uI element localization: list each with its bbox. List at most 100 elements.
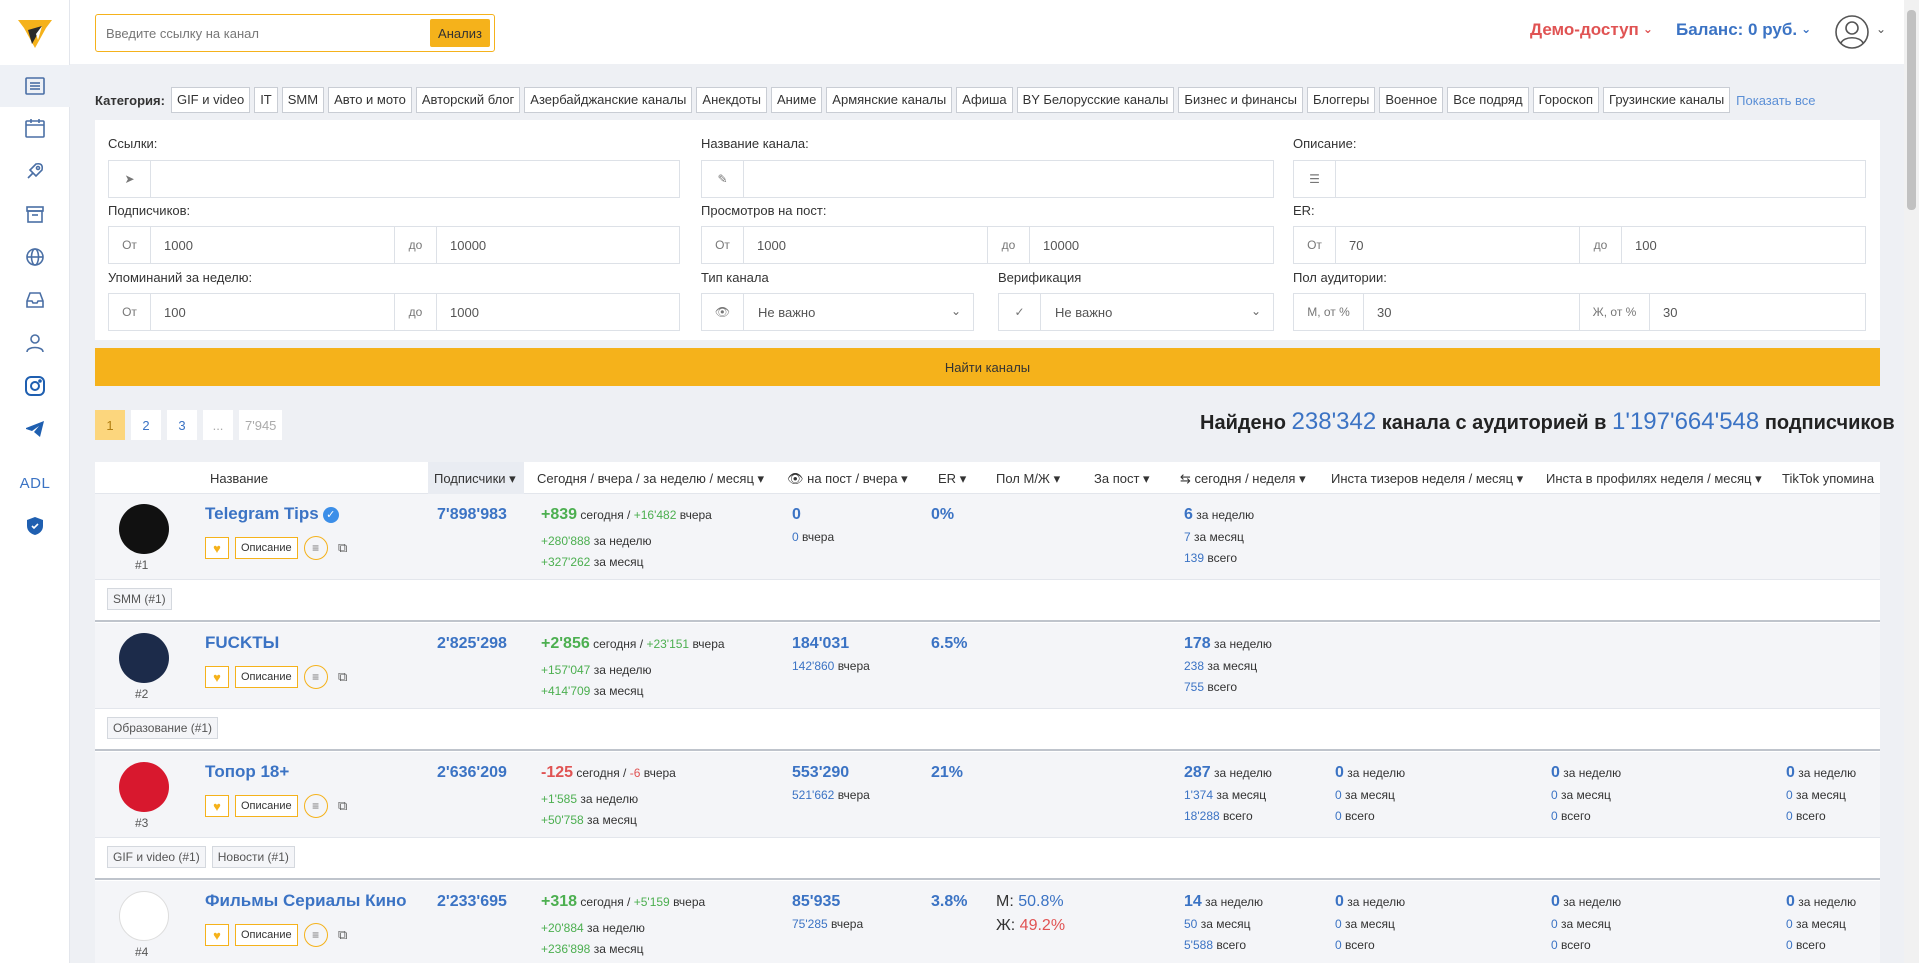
chevron-down-icon[interactable]: ⌄ [1876,22,1886,36]
header-per-post[interactable]: За пост ▾ [1094,471,1150,487]
category-tag[interactable]: SMM [281,87,325,113]
description-button[interactable]: Описание [235,795,298,817]
favorite-heart-icon[interactable]: ♥ [205,537,229,559]
scrollbar-thumb[interactable] [1907,10,1916,210]
channel-name-link[interactable]: Фильмы Сериалы Кино [205,891,407,911]
category-tag[interactable]: Азербайджанские каналы [524,87,693,113]
description-field[interactable]: ☰ [1293,160,1866,198]
copy-icon[interactable]: ⧉ [334,668,352,686]
sidebar-item-shield[interactable] [0,505,70,547]
row-category-tag[interactable]: GIF и video (#1) [107,846,206,868]
header-gender[interactable]: Пол М/Ж ▾ [996,471,1060,487]
table-row[interactable]: #4 Фильмы Сериалы Кино ♥ Описание ≡ ⧉ 2'233'69… [95,881,1880,963]
category-tag[interactable]: IT [254,87,278,113]
favorite-heart-icon[interactable]: ♥ [205,924,229,946]
sidebar-item-instagram[interactable] [0,365,70,407]
channel-avatar[interactable] [119,504,169,554]
sidebar-item-list[interactable] [0,65,70,107]
gender-female-field[interactable]: Ж, от % 30 [1579,293,1866,331]
channel-avatar[interactable] [119,633,169,683]
category-tag[interactable]: Армянские каналы [826,87,953,113]
category-tag[interactable]: Военное [1379,87,1444,113]
layers-icon[interactable]: ≡ [303,665,328,689]
demo-access-menu[interactable]: Демо-доступ ⌄ [1530,20,1653,40]
channel-type-select[interactable]: 👁 Не важно ⌄ [701,293,974,331]
row-category-tag[interactable]: SMM (#1) [107,588,172,610]
table-row[interactable]: #1 Telegram Tips ✓ ♥ Описание ≡ ⧉ 7'898'983 +839… [95,494,1880,622]
sidebar-item-calendar[interactable] [0,107,70,149]
mentions-to-field[interactable]: до 1000 [394,293,680,331]
category-tag[interactable]: GIF и video [170,87,251,113]
views-to-field[interactable]: до 10000 [987,226,1274,264]
subscribers-to-field[interactable]: до 10000 [394,226,680,264]
category-tag[interactable]: Гороскоп [1532,87,1600,113]
favorite-heart-icon[interactable]: ♥ [205,666,229,688]
header-subscribers[interactable]: Подписчики ▾ [434,471,516,487]
sidebar-item-archive[interactable] [0,193,70,235]
description-button[interactable]: Описание [235,924,298,946]
header-er[interactable]: ER ▾ [938,471,966,487]
category-tag[interactable]: Афиша [956,87,1013,113]
layers-icon[interactable]: ≡ [303,536,328,560]
views-from-field[interactable]: От 1000 [701,226,988,264]
copy-icon[interactable]: ⧉ [334,926,352,944]
channel-name-link[interactable]: FUCKTЫ [205,633,279,653]
page-button[interactable]: 3 [167,410,197,440]
category-tag[interactable]: Блоггеры [1306,87,1376,113]
app-logo-icon[interactable] [16,14,54,52]
er-to-field[interactable]: до 100 [1579,226,1866,264]
show-all-categories-link[interactable]: Показать все [1736,93,1815,108]
er-from-field[interactable]: От 70 [1293,226,1580,264]
sidebar-item-adl[interactable]: ADL [0,462,70,504]
header-views[interactable]: 👁 на пост / вчера ▾ [787,471,908,487]
header-reposts[interactable]: ⇆ сегодня / неделя ▾ [1180,471,1306,487]
user-avatar-icon[interactable] [1834,14,1870,50]
sidebar-item-inbox[interactable] [0,279,70,321]
mentions-from-field[interactable]: От 100 [108,293,395,331]
category-tag[interactable]: Авто и мото [328,87,412,113]
description-button[interactable]: Описание [235,537,298,559]
gender-male-field[interactable]: М, от % 30 [1293,293,1580,331]
subscribers-from-field[interactable]: От 1000 [108,226,395,264]
description-button[interactable]: Описание [235,666,298,688]
page-button[interactable]: 2 [131,410,161,440]
find-channels-button[interactable]: Найти каналы [95,348,1880,386]
sidebar-item-geo[interactable] [0,236,70,278]
channel-avatar[interactable] [119,891,169,941]
category-tag[interactable]: Аниме [771,87,823,113]
verification-select[interactable]: ✓ Не важно ⌄ [998,293,1274,331]
header-name[interactable]: Название [210,471,268,486]
header-insta-teasers[interactable]: Инста тизеров неделя / месяц ▾ [1331,471,1523,487]
sidebar-item-telegram[interactable] [0,408,70,450]
category-tag[interactable]: Авторский блог [415,87,521,113]
category-tag[interactable]: Бизнес и финансы [1178,87,1303,113]
layers-icon[interactable]: ≡ [303,923,328,947]
category-tag[interactable]: BY Белорусские каналы [1016,87,1175,113]
row-category-tag[interactable]: Новости (#1) [211,846,295,868]
layers-icon[interactable]: ≡ [303,794,328,818]
table-row[interactable]: #2 FUCKTЫ ♥ Описание ≡ ⧉ 2'825'298 +2'856 сегод… [95,623,1880,751]
page-button[interactable]: 1 [95,410,125,440]
channel-avatar[interactable] [119,762,169,812]
category-tag[interactable]: Грузинские каналы [1603,87,1731,113]
page-button-last[interactable]: 7'945 [239,410,283,440]
balance-menu[interactable]: Баланс: 0 руб. ⌄ [1676,20,1811,40]
analyze-button[interactable]: Анализ [430,19,490,47]
page-scrollbar[interactable] [1904,0,1919,963]
copy-icon[interactable]: ⧉ [334,539,352,557]
category-tag[interactable]: Все подряд [1447,87,1529,113]
favorite-heart-icon[interactable]: ♥ [205,795,229,817]
table-row[interactable]: #3 Топор 18+ ♥ Описание ≡ ⧉ 2'636'209 -125 сего… [95,752,1880,880]
header-tiktok[interactable]: TikTok упомина [1782,471,1874,486]
channel-name-link[interactable]: Telegram Tips ✓ [205,504,339,524]
sidebar-item-promo[interactable] [0,150,70,192]
row-category-tag[interactable]: Образование (#1) [107,717,219,739]
channel-name-field[interactable]: ✎ [701,160,1274,198]
sidebar-item-users[interactable] [0,322,70,364]
links-field[interactable]: ➤ [108,160,680,198]
header-insta-profiles[interactable]: Инста в профилях неделя / месяц ▾ [1546,471,1762,487]
channel-name-link[interactable]: Топор 18+ [205,762,289,782]
header-growth[interactable]: Сегодня / вчера / за неделю / месяц ▾ [537,471,764,487]
copy-icon[interactable]: ⧉ [334,797,352,815]
category-tag[interactable]: Анекдоты [696,87,768,113]
